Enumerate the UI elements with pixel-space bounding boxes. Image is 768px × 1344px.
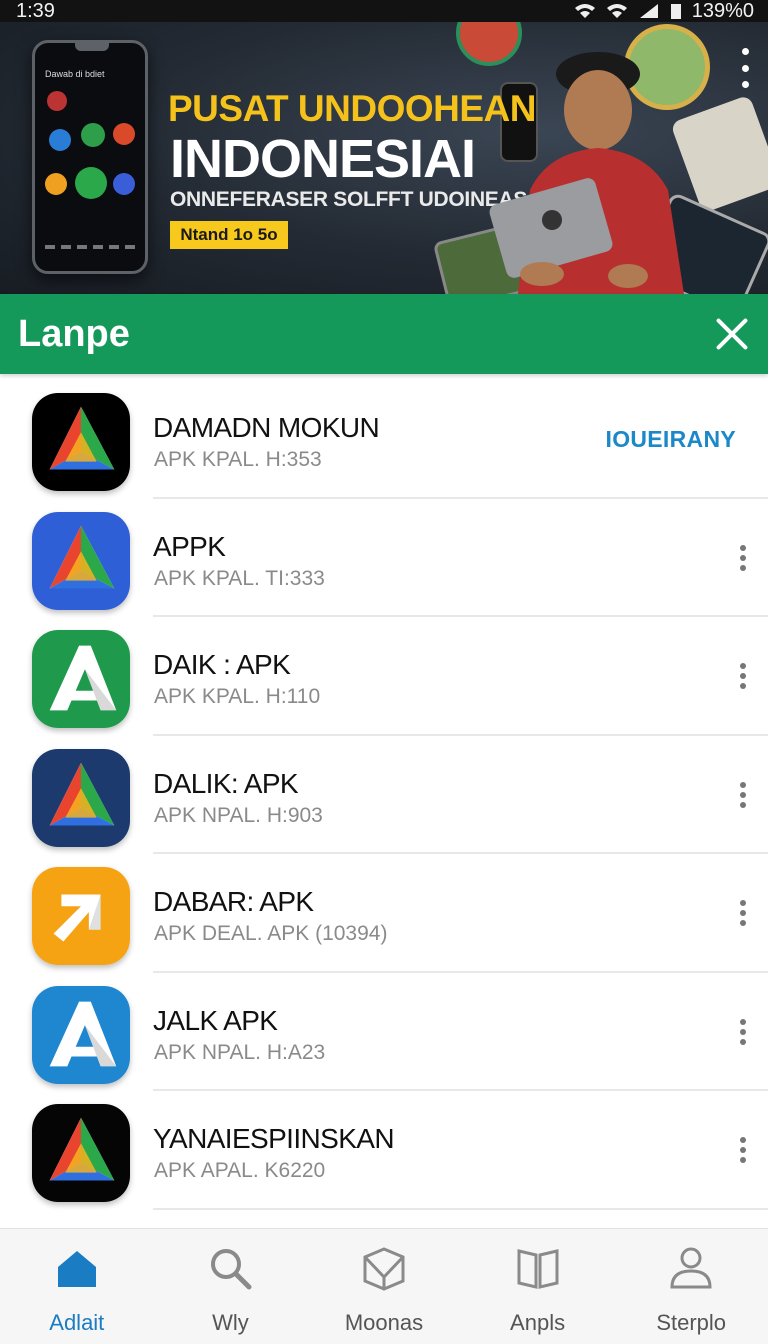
status-battery: 139%0: [691, 0, 754, 22]
nav-item-moonas[interactable]: Moonas: [307, 1229, 461, 1344]
app-subtitle: APK KPAL. TI:333: [154, 566, 325, 590]
promo-banner[interactable]: Dawab di bdiet PUSAT UNDOOHEAN INDONESIA…: [0, 22, 768, 294]
battery-icon: [670, 4, 681, 19]
person-icon: [668, 1245, 714, 1296]
nav-item-label: Anpls: [510, 1310, 566, 1335]
box-icon: [361, 1245, 407, 1296]
home-icon: [54, 1245, 100, 1296]
app-title: DAIK : APK: [153, 649, 291, 680]
app-list-item[interactable]: DABAR: APK APK DEAL. APK (10394): [0, 854, 768, 973]
prism-app-icon: [32, 393, 130, 491]
list-divider: [153, 1207, 768, 1210]
prism-app-icon: [32, 511, 130, 610]
status-bar: 1:39 139%0: [0, 0, 768, 22]
prism-app-icon: [32, 1104, 130, 1202]
app-subtitle: APK KPAL. H:110: [154, 685, 321, 708]
nav-item-anpls[interactable]: Anpls: [461, 1229, 615, 1344]
app-list-item[interactable]: DAMADN MOKUN APK KPAL. H:353 IOUEIRANY: [0, 380, 768, 499]
arrow-app-icon: [32, 867, 130, 965]
person-illustration: [489, 52, 684, 294]
book-icon: [515, 1245, 561, 1296]
app-list-item[interactable]: APPK APK KPAL. TI:333: [0, 499, 768, 617]
app-subtitle: APK DEAL. APK (10394): [154, 922, 388, 945]
nav-item-label: Sterplo: [656, 1310, 727, 1335]
app-list-item[interactable]: JALK APK APK NPAL. H:A23: [0, 973, 768, 1091]
banner-cta[interactable]: Ntand 1o 5o: [170, 221, 288, 249]
app-title: DAMADN MOKUN: [153, 412, 380, 443]
banner-subtitle: ONNEFERASER SOLFFT UDOINEAS: [170, 188, 528, 211]
app-bar: Lanpe: [0, 294, 768, 374]
bottom-navigation: Adlait Wly Moonas Anpls Sterplo: [0, 1228, 768, 1344]
more-vertical-icon[interactable]: [738, 1137, 748, 1163]
more-vertical-icon[interactable]: [740, 48, 750, 88]
status-time: 1:39: [16, 0, 55, 22]
nav-item-label: Adlait: [49, 1310, 105, 1335]
letter-a-icon: [32, 985, 130, 1084]
nav-item-sterplo[interactable]: Sterplo: [614, 1229, 768, 1344]
phone-illustration: Dawab di bdiet: [32, 40, 148, 274]
status-icons: 139%0: [574, 0, 754, 23]
brand-title: Lanpe: [18, 312, 130, 355]
app-subtitle: APK APAL. K6220: [154, 1159, 326, 1182]
search-icon: [207, 1245, 253, 1296]
app-title: APPK: [153, 530, 226, 562]
prism-app-icon: [32, 748, 130, 847]
wifi-icon: [606, 4, 627, 18]
signal-icon: [639, 4, 658, 18]
app-title: DABAR: APK: [153, 886, 314, 917]
more-vertical-icon[interactable]: [738, 544, 748, 571]
nav-item-label: Wly: [212, 1310, 249, 1335]
phone-screen-title: Dawab di bdiet: [45, 69, 105, 79]
nav-item-wly[interactable]: Wly: [154, 1229, 308, 1344]
app-list-item[interactable]: DAIK : APK APK KPAL. H:110: [0, 617, 768, 736]
more-vertical-icon[interactable]: [738, 663, 748, 689]
app-title: JALK APK: [153, 1004, 278, 1036]
letter-a-icon: [32, 630, 130, 728]
app-list-item[interactable]: DALIK: APK APK NPAL. H:903: [0, 736, 768, 854]
app-list-item[interactable]: YANAIESPIINSKAN APK APAL. K6220: [0, 1091, 768, 1210]
nav-item-adlait[interactable]: Adlait: [0, 1229, 154, 1344]
more-vertical-icon[interactable]: [738, 781, 748, 808]
app-list: DAMADN MOKUN APK KPAL. H:353 IOUEIRANY APPK…: [0, 380, 768, 1228]
app-title: DALIK: APK: [153, 767, 299, 799]
nav-item-label: Moonas: [344, 1310, 424, 1335]
wifi-icon: [574, 4, 595, 18]
more-vertical-icon[interactable]: [738, 900, 748, 926]
app-subtitle: APK KPAL. H:353: [154, 448, 322, 471]
close-icon[interactable]: [714, 316, 750, 352]
banner-title: INDONESIAI: [170, 129, 476, 189]
app-title: YANAIESPIINSKAN: [153, 1123, 395, 1154]
app-subtitle: APK NPAL. H:A23: [154, 1040, 326, 1064]
app-action-button[interactable]: IOUEIRANY: [606, 426, 737, 453]
app-subtitle: APK NPAL. H:903: [154, 803, 323, 827]
more-vertical-icon[interactable]: [738, 1018, 748, 1045]
